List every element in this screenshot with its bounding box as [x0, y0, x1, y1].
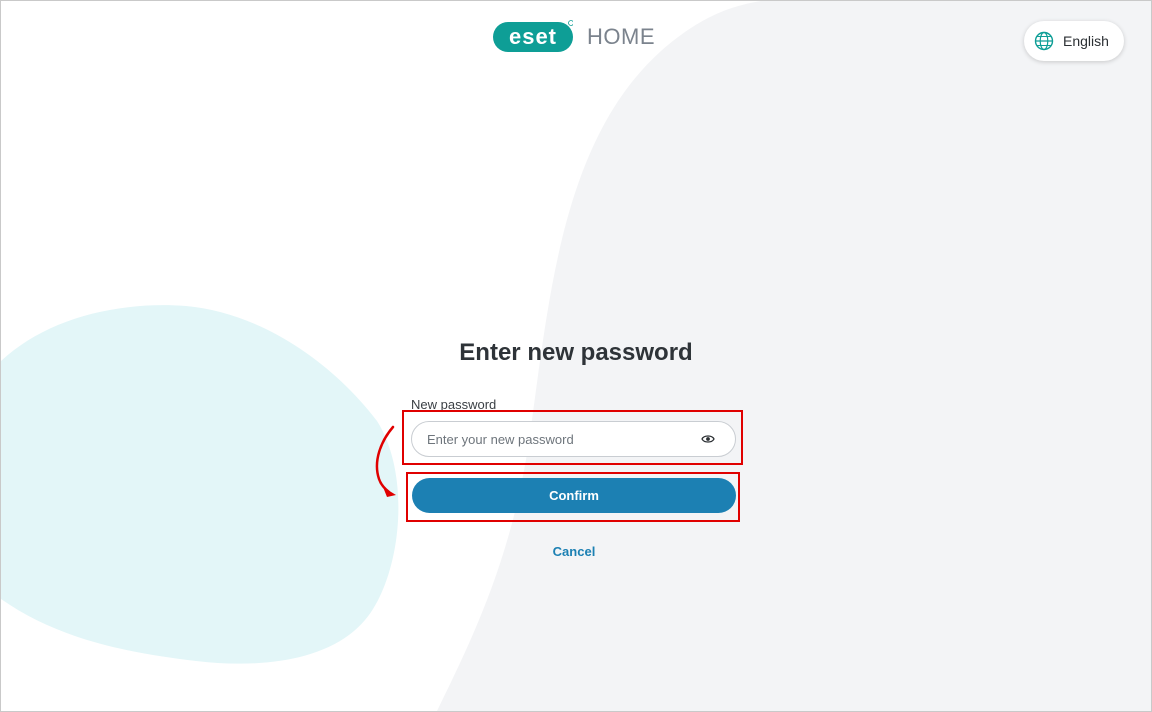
eset-logo-icon: eset	[493, 20, 573, 52]
new-password-input[interactable]	[412, 423, 689, 455]
globe-icon	[1034, 31, 1054, 51]
page: eset HOME English Enter new password New…	[0, 0, 1152, 712]
logo-text: eset	[509, 24, 557, 49]
confirm-button[interactable]: Confirm	[412, 478, 736, 513]
annotation-arrow-icon	[375, 425, 396, 497]
eye-icon[interactable]	[701, 433, 715, 445]
cancel-link[interactable]: Cancel	[1, 544, 1147, 559]
page-title: Enter new password	[459, 339, 693, 366]
language-selector-button[interactable]: English	[1024, 21, 1124, 61]
new-password-field	[411, 421, 736, 457]
eset-home-logo: eset HOME	[493, 20, 655, 54]
language-label: English	[1063, 33, 1109, 49]
logo-home-label: HOME	[587, 24, 655, 49]
